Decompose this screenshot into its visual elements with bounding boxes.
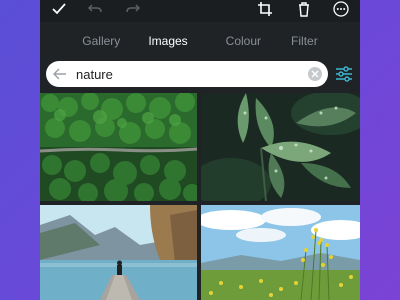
aerial-forest-road-photo[interactable] bbox=[40, 93, 197, 201]
crop-icon[interactable] bbox=[254, 0, 276, 18]
undo-icon[interactable] bbox=[84, 0, 106, 18]
checkmark-icon[interactable] bbox=[48, 0, 70, 18]
back-arrow-icon[interactable] bbox=[52, 66, 68, 82]
trash-icon[interactable] bbox=[293, 0, 315, 18]
tab-colour[interactable]: Colour bbox=[214, 34, 273, 48]
source-tabs: Gallery Images Colour Filter bbox=[40, 24, 360, 58]
clear-icon[interactable] bbox=[308, 67, 322, 81]
search-bar bbox=[46, 61, 328, 87]
search-input[interactable] bbox=[76, 61, 296, 87]
editor-panel: Gallery Images Colour Filter bbox=[40, 0, 360, 300]
redo-icon[interactable] bbox=[122, 0, 144, 18]
lake-mountains-person-on-pier-photo[interactable] bbox=[40, 205, 197, 300]
wet-leaves-raindrops-photo[interactable] bbox=[201, 93, 360, 201]
tab-images[interactable]: Images bbox=[136, 34, 199, 48]
tab-filter[interactable]: Filter bbox=[279, 34, 330, 48]
tab-gallery[interactable]: Gallery bbox=[70, 34, 132, 48]
filter-settings-icon[interactable] bbox=[333, 63, 355, 85]
more-options-icon[interactable] bbox=[330, 0, 352, 18]
top-toolbar bbox=[40, 0, 360, 22]
yellow-wildflowers-field-photo[interactable] bbox=[201, 205, 360, 300]
